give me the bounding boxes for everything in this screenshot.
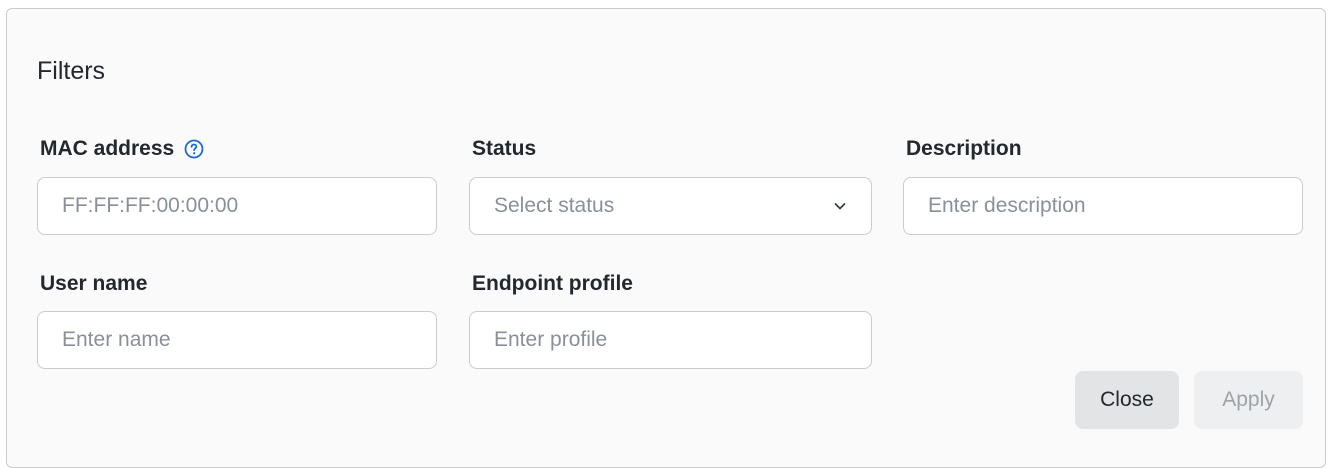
filters-panel: Filters MAC address Status Select status… — [6, 8, 1326, 468]
filters-title: Filters — [37, 57, 106, 85]
mac-address-label: MAC address — [40, 137, 175, 160]
status-label: Status — [472, 137, 537, 160]
user-name-input[interactable] — [37, 311, 437, 369]
description-label: Description — [906, 137, 1022, 160]
apply-button[interactable]: Apply — [1194, 371, 1303, 429]
endpoint-profile-input[interactable] — [469, 311, 872, 369]
mac-address-label-group: MAC address — [40, 137, 204, 161]
question-circle-icon[interactable] — [184, 139, 204, 159]
mac-address-input[interactable] — [37, 177, 437, 235]
description-input[interactable] — [903, 177, 1303, 235]
chevron-down-icon — [833, 199, 847, 213]
user-name-label: User name — [40, 272, 148, 295]
close-button[interactable]: Close — [1075, 371, 1179, 429]
status-select-value: Select status — [494, 194, 615, 217]
endpoint-profile-label: Endpoint profile — [472, 272, 633, 295]
status-select[interactable]: Select status — [469, 177, 872, 235]
